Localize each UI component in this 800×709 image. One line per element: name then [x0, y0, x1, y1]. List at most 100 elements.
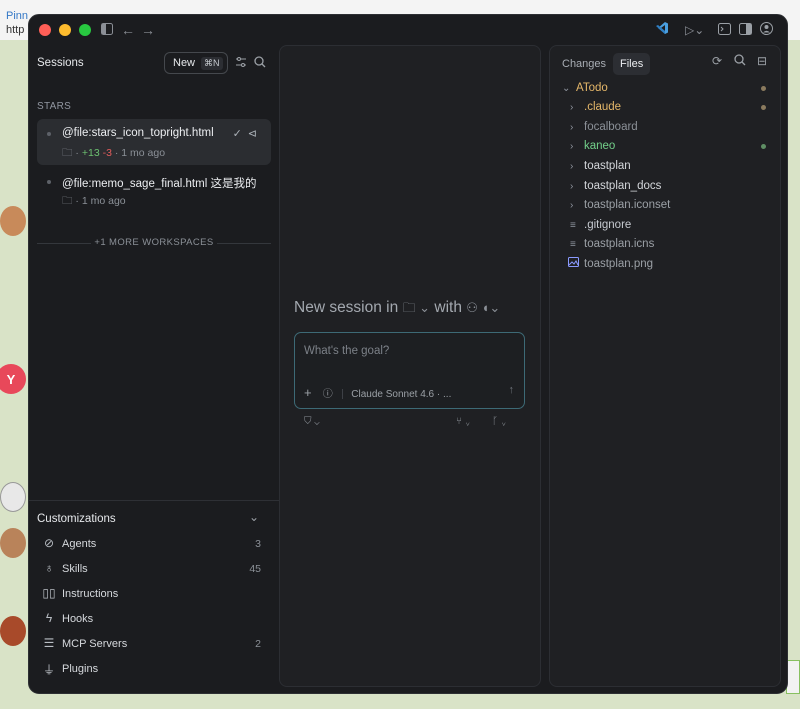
tree-label: focalboard [584, 121, 638, 133]
divider [341, 389, 343, 400]
customization-item-skills[interactable]: ♁ Skills 45 [41, 560, 262, 580]
tree-label: .claude [584, 101, 622, 113]
tree-item[interactable]: › .claude [570, 98, 621, 116]
customization-count: 3 [255, 538, 261, 550]
avatar [0, 528, 26, 558]
tree-item[interactable]: ≡ toastplan.icns [570, 235, 654, 253]
tree-item[interactable]: › toastplan_docs [570, 177, 661, 195]
modified-marker [761, 86, 766, 91]
new-session-heading: New session in 🗀 ⌄ with ⚇ ◖⌄ [294, 299, 500, 321]
collapse-all-icon[interactable]: ⊟ [757, 54, 767, 68]
sidebar-title: Sessions [37, 57, 84, 69]
customization-count: 45 [249, 563, 261, 575]
chevron-down-icon[interactable]: ⌄ [249, 510, 259, 524]
tree-label: toastplan_docs [584, 180, 662, 192]
session-item[interactable]: @file:stars_icon_topright.html 🗀 · +13 -… [37, 119, 271, 165]
session-meta: 🗀 · 1 mo ago [62, 195, 126, 207]
customizations-title[interactable]: Customizations [37, 513, 116, 525]
chevron-down-icon: ⌄ [562, 83, 571, 94]
lightbulb-icon: ♁ [44, 561, 54, 575]
tree-label: kaneo [584, 140, 616, 152]
check-icon[interactable]: ✓ [233, 128, 248, 140]
tree-label: ATodo [576, 82, 608, 94]
customization-item-agents[interactable]: ⊘ Agents 3 [41, 535, 261, 555]
chevron-right-icon: › [570, 181, 574, 192]
avatar [0, 206, 26, 236]
model-selector[interactable]: Claude Sonnet 4.6 · ... [351, 389, 451, 400]
removed-lines: -3 [102, 147, 112, 159]
tree-label: toastplan.icns [584, 238, 655, 250]
chevron-right-icon: › [570, 200, 574, 211]
customization-item-instructions[interactable]: ▯▯ Instructions [41, 585, 261, 605]
search-icon[interactable] [734, 54, 746, 69]
plug-icon: ⏚ [42, 663, 55, 677]
customization-item-plugins[interactable]: ⏚ Plugins [41, 660, 261, 680]
tree-item[interactable]: › kaneo [570, 137, 615, 155]
terminal-icon[interactable] [718, 21, 731, 39]
file-lines-icon: ≡ [570, 239, 576, 250]
stars-section-label: STARS [37, 101, 72, 112]
tree-item[interactable]: › focalboard [570, 118, 638, 136]
new-button-label: New [173, 57, 196, 69]
branch-mode-icon[interactable]: ⑂ ⌄ [456, 416, 471, 427]
added-lines: +13 [81, 147, 100, 159]
agents-icon: ⊘ [43, 536, 55, 550]
close-window-button[interactable] [39, 24, 51, 36]
new-session-button[interactable]: New ⌘N [164, 52, 228, 74]
agent-picker-icon[interactable]: ⚇ ◖⌄ [466, 300, 500, 315]
send-arrow-icon[interactable]: ↑ [509, 384, 515, 396]
customization-label: Plugins [62, 663, 99, 675]
run-icon[interactable]: ▷⌄ [685, 21, 704, 39]
goal-input-box[interactable]: What's the goal? + ⓘ Claude Sonnet 4.6 ·… [294, 332, 525, 409]
shortcut-badge: ⌘N [201, 56, 223, 70]
info-icon[interactable]: ⓘ [323, 389, 333, 400]
modified-marker [761, 105, 766, 110]
sidebar-toggle-icon[interactable] [101, 21, 113, 39]
session-status-dot [47, 132, 51, 136]
tree-item[interactable]: › toastplan [570, 157, 631, 175]
refresh-icon[interactable]: ⟳ [712, 54, 722, 68]
chevron-right-icon: › [570, 161, 574, 172]
customization-label: Instructions [62, 588, 119, 600]
chevron-right-icon: › [570, 102, 574, 113]
back-arrow-icon[interactable]: ← [121, 21, 135, 39]
zoom-window-button[interactable] [79, 24, 91, 36]
file-lines-icon: ≡ [570, 220, 576, 231]
goal-input[interactable]: What's the goal? [304, 345, 389, 357]
add-icon[interactable]: + [304, 385, 312, 400]
customization-label: Hooks [62, 613, 94, 625]
pin-icon[interactable]: ⊲ [248, 128, 263, 140]
tree-root-folder[interactable]: ⌄ ATodo [562, 79, 608, 97]
tree-item[interactable]: ≡ .gitignore [570, 216, 631, 234]
tab-files[interactable]: Files [613, 53, 651, 75]
customization-item-mcp-servers[interactable]: ☰ MCP Servers 2 [41, 635, 261, 655]
new-session-panel: New session in 🗀 ⌄ with ⚇ ◖⌄ What's the … [279, 45, 541, 687]
server-icon: ☰ [43, 636, 55, 650]
session-title: @file:stars_icon_topright.html [62, 127, 214, 139]
tab-changes[interactable]: Changes [555, 53, 613, 75]
tree-item[interactable]: › toastplan.iconset [570, 196, 670, 214]
vscode-icon[interactable] [655, 21, 669, 39]
forward-arrow-icon[interactable]: → [141, 21, 155, 39]
tree-label: toastplan [584, 160, 631, 172]
divider [29, 500, 279, 501]
panel-icon[interactable] [739, 21, 752, 39]
folder-picker-icon[interactable]: 🗀 ⌄ [403, 300, 431, 315]
minimize-window-button[interactable] [59, 24, 71, 36]
filter-icon[interactable] [235, 56, 247, 71]
customization-count: 2 [255, 638, 261, 650]
account-icon[interactable] [760, 21, 773, 39]
avatar: Y [0, 364, 26, 394]
avatar [0, 616, 26, 646]
session-item[interactable]: @file:memo_sage_final.html 这是我的 🗀 · 1 mo… [37, 167, 271, 213]
titlebar: ← → ▷⌄ [29, 15, 787, 45]
files-panel: Changes Files ⟳ ⊟ ⌄ ATodo › .claude › focal… [549, 45, 781, 687]
customization-item-hooks[interactable]: ϟ Hooks [41, 610, 261, 630]
session-time: 1 mo ago [81, 195, 126, 207]
shield-dropdown-icon[interactable]: ⛉ ⌄ [304, 416, 320, 427]
avatar [0, 482, 26, 512]
more-workspaces-link[interactable]: +1 MORE WORKSPACES [37, 237, 271, 248]
search-icon[interactable] [254, 56, 266, 71]
tree-item[interactable]: toastplan.png [568, 255, 653, 273]
git-branch-icon[interactable]: ᚴ ⌄ [492, 416, 507, 427]
